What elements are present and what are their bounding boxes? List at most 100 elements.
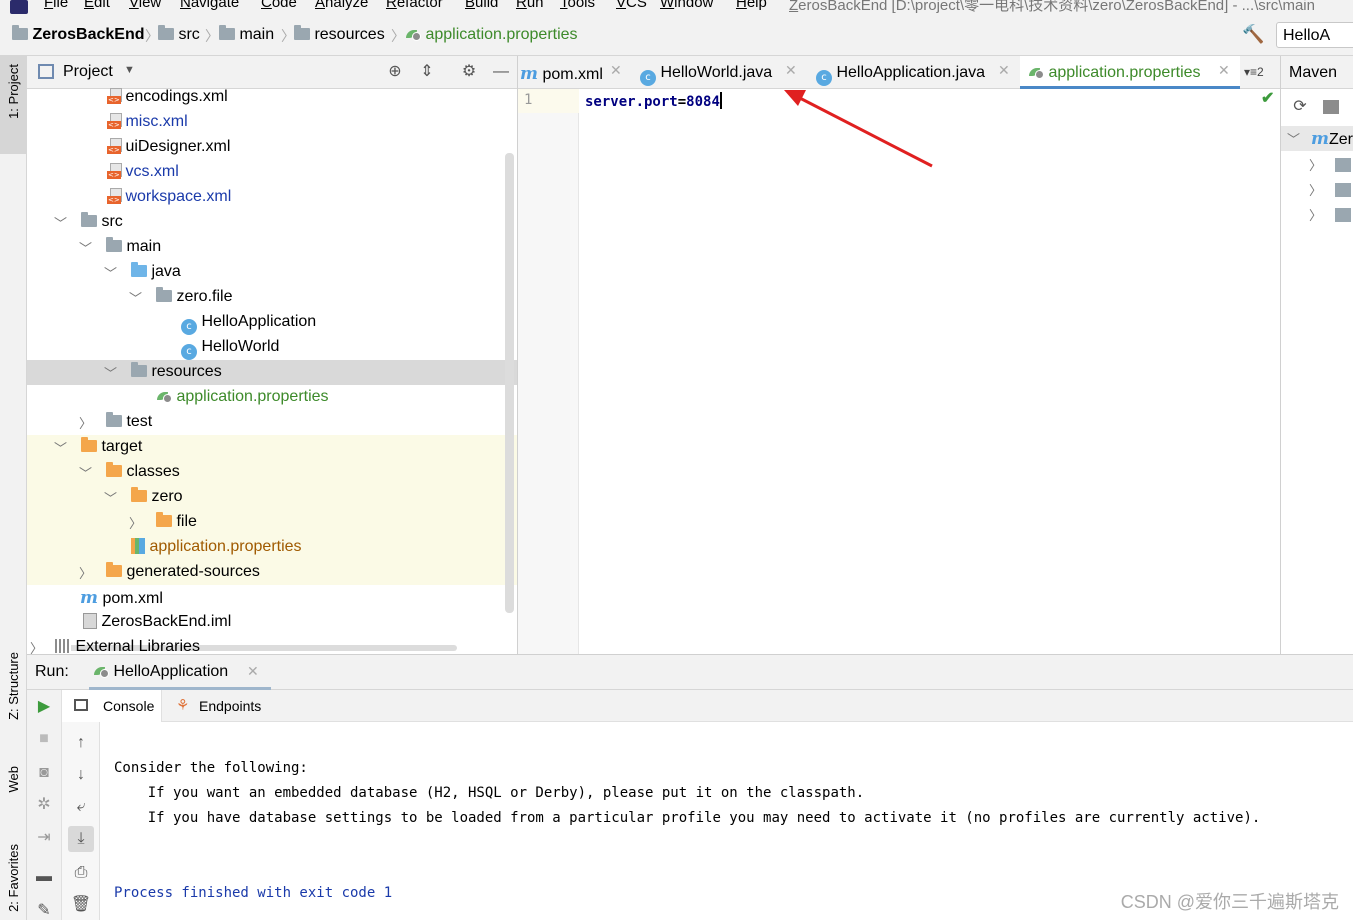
dependencies-icon[interactable] — [1335, 208, 1351, 222]
chevron-down-icon[interactable]: ﹀ — [129, 288, 142, 307]
tree-item[interactable]: 〉 External Libraries — [27, 635, 517, 654]
gear-icon[interactable]: ⚙ — [458, 61, 480, 83]
chevron-right-icon[interactable]: 〉 — [79, 563, 92, 582]
tree-item[interactable]: encodings.xml — [27, 85, 517, 110]
menu-file[interactable]: File — [44, 0, 68, 11]
menu-run[interactable]: Run — [516, 0, 544, 11]
tree-item[interactable]: application.properties — [27, 385, 517, 410]
collapse-all-icon[interactable]: ⇕ — [416, 61, 438, 83]
tree-item[interactable]: misc.xml — [27, 110, 517, 135]
breadcrumb-resources[interactable]: resources — [294, 25, 385, 44]
tree-item[interactable]: workspace.xml — [27, 185, 517, 210]
soft-wrap-icon[interactable]: ⤶ — [70, 796, 92, 818]
arrow-down-icon[interactable]: ↓ — [70, 764, 92, 786]
scroll-to-end-icon[interactable]: ⤓ — [68, 826, 94, 852]
tree-item[interactable]: ﹀ java — [27, 260, 517, 285]
hide-icon[interactable]: — — [490, 61, 512, 83]
arrow-up-icon[interactable]: ↑ — [70, 732, 92, 754]
chevron-down-icon[interactable]: ﹀ — [79, 463, 92, 482]
menu-edit[interactable]: Edit — [84, 0, 110, 11]
tab-application-properties[interactable]: application.properties ✕ — [1020, 56, 1240, 89]
structure-tool-button[interactable]: Z: Structure — [0, 646, 27, 736]
close-icon[interactable]: ✕ — [1218, 62, 1230, 79]
chevron-down-icon[interactable]: ▼ — [124, 64, 135, 76]
tree-item[interactable]: ﹀ main — [27, 235, 517, 260]
favorites-tool-button[interactable]: 2: Favorites — [0, 838, 27, 920]
pin-icon[interactable]: ✎ — [33, 900, 55, 920]
chevron-right-icon[interactable]: 〉 — [129, 513, 142, 532]
trash-icon[interactable]: 🗑 — [70, 894, 92, 916]
tree-item[interactable]: ﹀ target — [27, 435, 517, 460]
web-tool-button[interactable]: Web — [0, 760, 27, 820]
reload-icon[interactable]: ⟳ — [1289, 96, 1311, 118]
tree-item[interactable]: ZerosBackEnd.iml — [27, 610, 517, 635]
chevron-right-icon[interactable]: 〉 — [30, 638, 43, 654]
menu-vcs[interactable]: VCS — [616, 0, 647, 11]
chevron-right-icon[interactable]: 〉 — [79, 413, 92, 432]
print-icon[interactable]: ⎙ — [70, 862, 92, 884]
chevron-right-icon[interactable]: 〉 — [1309, 180, 1322, 199]
chevron-down-icon[interactable]: ﹀ — [79, 238, 92, 257]
tree-item[interactable]: 〉 file — [27, 510, 517, 535]
menu-navigate[interactable]: Navigate — [180, 0, 239, 11]
exit-icon[interactable]: ⇥ — [33, 827, 55, 849]
plugins-icon[interactable] — [1335, 183, 1351, 197]
menu-tools[interactable]: Tools — [560, 0, 595, 11]
close-icon[interactable]: ✕ — [785, 62, 797, 79]
menu-refactor[interactable]: Refactor — [386, 0, 443, 11]
breadcrumb-src[interactable]: src — [158, 25, 200, 44]
breadcrumb-application-properties[interactable]: application.properties — [405, 26, 578, 44]
tab-pom-xml[interactable]: m pom.xml ✕ — [518, 56, 628, 89]
tree-item[interactable]: ﹀ resources — [27, 360, 517, 385]
locate-icon[interactable]: ⊕ — [384, 61, 406, 83]
checkmark-icon[interactable]: ✔ — [1261, 88, 1274, 108]
tree-item[interactable]: application.properties — [27, 535, 517, 560]
breadcrumb-main[interactable]: main — [219, 25, 274, 44]
maven-tree-root[interactable]: ﹀ mZer — [1281, 126, 1353, 151]
tab-console[interactable]: Console — [62, 690, 162, 722]
chevron-down-icon[interactable]: ﹀ — [104, 488, 117, 507]
chevron-down-icon[interactable]: ﹀ — [1287, 129, 1300, 148]
menu-build[interactable]: Build — [465, 0, 498, 11]
chevron-right-icon[interactable]: 〉 — [1309, 155, 1322, 174]
build-hammer-icon[interactable]: 🔨 — [1242, 24, 1264, 45]
camera-icon[interactable]: ◙ — [33, 762, 55, 784]
tree-item[interactable]: ﹀ classes — [27, 460, 517, 485]
run-config-tab[interactable]: HelloApplication ✕ — [89, 655, 271, 690]
layout-icon[interactable]: ▬ — [33, 866, 55, 888]
lifecycle-icon[interactable] — [1335, 158, 1351, 172]
chevron-down-icon[interactable]: ﹀ — [104, 263, 117, 282]
menu-view[interactable]: View — [129, 0, 161, 11]
chevron-down-icon[interactable]: ﹀ — [54, 438, 67, 457]
run-config-selector[interactable]: HelloA — [1276, 22, 1353, 48]
settings-icon[interactable]: ✲ — [33, 794, 55, 816]
project-view-label[interactable]: Project — [63, 63, 113, 81]
menu-window[interactable]: Window — [660, 0, 713, 11]
stop-icon[interactable]: ■ — [33, 728, 55, 750]
tree-item[interactable]: c HelloWorld — [27, 335, 517, 360]
tree-item[interactable]: c HelloApplication — [27, 310, 517, 335]
chevron-down-icon[interactable]: ﹀ — [104, 363, 117, 382]
tree-item[interactable]: ﹀ src — [27, 210, 517, 235]
tree-item[interactable]: ﹀ zero.file — [27, 285, 517, 310]
tree-item[interactable]: vcs.xml — [27, 160, 517, 185]
menu-analyze[interactable]: Analyze — [315, 0, 368, 11]
tab-endpoints[interactable]: ⚘ Endpoints — [172, 690, 272, 722]
close-icon[interactable]: ✕ — [247, 663, 259, 680]
generate-sources-icon[interactable] — [1323, 100, 1339, 114]
tree-item[interactable]: m pom.xml — [27, 585, 517, 610]
tree-item[interactable]: 〉 generated-sources — [27, 560, 517, 585]
close-icon[interactable]: ✕ — [998, 62, 1010, 79]
tree-item[interactable]: ﹀ zero — [27, 485, 517, 510]
tree-item[interactable]: 〉 test — [27, 410, 517, 435]
code-line[interactable]: server.port=8084 — [585, 92, 722, 110]
menu-code[interactable]: Code — [261, 0, 297, 11]
close-icon[interactable]: ✕ — [610, 62, 622, 79]
menu-help[interactable]: Help — [736, 0, 767, 11]
tab-overflow-button[interactable]: ▾≡2 — [1244, 65, 1264, 79]
project-tool-button[interactable]: 1: Project — [0, 56, 27, 154]
chevron-down-icon[interactable]: ﹀ — [54, 213, 67, 232]
rerun-icon[interactable]: ▶ — [33, 696, 55, 718]
breadcrumb-project[interactable]: ZerosBackEnd — [12, 25, 145, 44]
tree-item[interactable]: uiDesigner.xml — [27, 135, 517, 160]
